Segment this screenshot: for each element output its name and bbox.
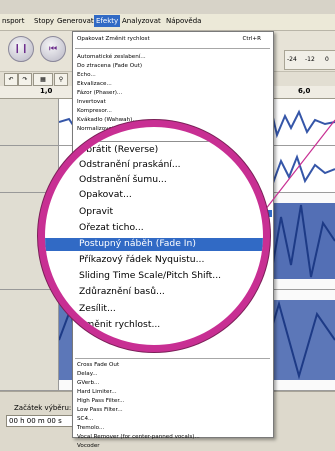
menu-separator: [45, 141, 263, 142]
magnifier-callout: Obrátit (Reverse) Odstranění praskání...…: [38, 120, 270, 352]
zoomed-menu-item-fade-in[interactable]: Postupný náběh (Fade In): [45, 238, 263, 251]
audacity-window: nsport Stopy Generovat Efekty Analyzovat…: [0, 0, 335, 451]
